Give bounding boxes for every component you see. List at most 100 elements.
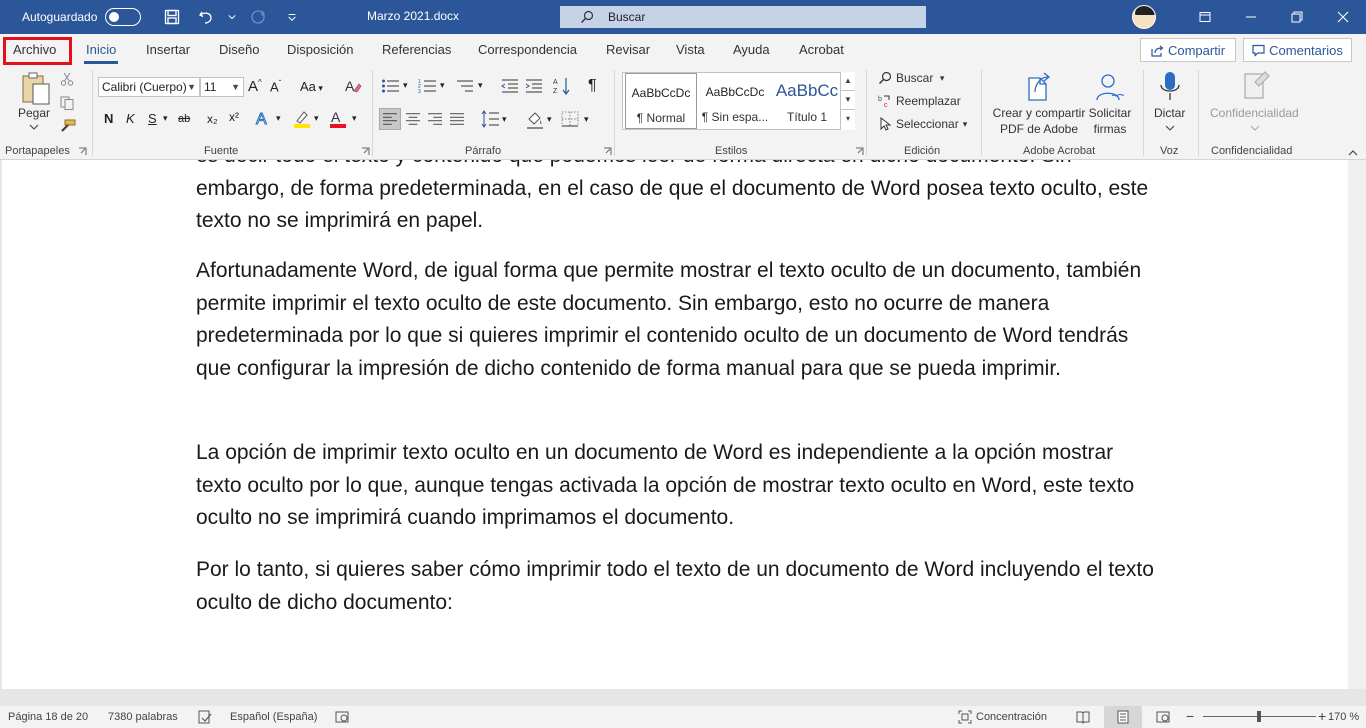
tab-vista[interactable]: Vista: [676, 42, 705, 57]
italic-button[interactable]: K: [126, 111, 135, 126]
clear-formatting-icon[interactable]: A: [344, 77, 362, 95]
font-color-dropdown-icon[interactable]: ▾: [352, 113, 357, 124]
vertical-scrollbar[interactable]: [1348, 160, 1366, 689]
web-layout-icon[interactable]: [1156, 710, 1170, 724]
text-effects-icon[interactable]: A: [255, 109, 275, 128]
line-spacing-icon[interactable]: [480, 110, 500, 128]
close-icon[interactable]: [1320, 0, 1366, 34]
undo-dropdown-icon[interactable]: [227, 4, 237, 30]
bullets-icon[interactable]: [381, 78, 401, 94]
strikethrough-button[interactable]: ab: [178, 113, 190, 125]
tab-insertar[interactable]: Insertar: [146, 42, 190, 57]
align-left-button[interactable]: [379, 108, 401, 130]
superscript-button[interactable]: x²: [229, 110, 239, 124]
share-button[interactable]: Compartir: [1140, 38, 1236, 62]
borders-icon[interactable]: [561, 111, 579, 127]
save-icon[interactable]: [159, 4, 185, 30]
borders-dropdown-icon[interactable]: ▾: [584, 114, 589, 125]
collapse-ribbon-icon[interactable]: [1348, 148, 1358, 158]
multilevel-list-icon[interactable]: [455, 78, 475, 94]
highlight-dropdown-icon[interactable]: ▾: [314, 113, 319, 124]
align-center-icon[interactable]: [404, 112, 422, 126]
autosave-toggle[interactable]: [105, 8, 142, 26]
styles-down-icon[interactable]: ▼: [841, 91, 855, 110]
show-formatting-marks-icon[interactable]: ¶: [588, 77, 597, 95]
font-name-combo[interactable]: Calibri (Cuerpo) ▼: [98, 77, 200, 97]
read-mode-icon[interactable]: [1076, 710, 1090, 724]
style-normal[interactable]: AaBbCcDc ¶ Normal: [625, 73, 697, 129]
style-no-spacing[interactable]: AaBbCcDc ¶ Sin espa...: [699, 73, 771, 129]
align-right-icon[interactable]: [426, 112, 444, 126]
tab-inicio[interactable]: Inicio: [83, 42, 119, 64]
replace-button[interactable]: bc Reemplazar: [878, 94, 961, 108]
text-effects-dropdown-icon[interactable]: ▾: [276, 113, 281, 124]
zoom-in-button[interactable]: +: [1318, 708, 1326, 724]
styles-more-icon[interactable]: ▾: [841, 110, 855, 129]
redo-icon[interactable]: [245, 4, 271, 30]
focus-icon[interactable]: [958, 710, 972, 724]
font-color-icon[interactable]: A: [328, 109, 348, 129]
paragraph[interactable]: es decir todo el texto y contenido que p…: [196, 160, 1161, 238]
numbering-icon[interactable]: 123: [418, 78, 438, 94]
paragraph[interactable]: Por lo tanto, si quieres saber cómo impr…: [196, 554, 1161, 619]
avatar[interactable]: [1132, 5, 1156, 29]
shading-dropdown-icon[interactable]: ▾: [547, 114, 552, 125]
select-button[interactable]: Seleccionar ▾: [878, 117, 967, 131]
font-size-combo[interactable]: 11 ▼: [200, 77, 244, 97]
document-page[interactable]: es decir todo el texto y contenido que p…: [2, 160, 1348, 689]
highlight-icon[interactable]: [292, 109, 312, 129]
font-launcher-icon[interactable]: [361, 147, 370, 156]
shading-icon[interactable]: [525, 110, 545, 130]
create-share-pdf-label[interactable]: Crear y compartir PDF de Adobe: [990, 105, 1088, 137]
dictate-dropdown-icon[interactable]: [1165, 125, 1175, 131]
paste-icon[interactable]: [20, 72, 52, 106]
request-signatures-icon[interactable]: [1095, 72, 1125, 102]
tab-correspondencia[interactable]: Correspondencia: [478, 42, 577, 57]
copy-icon[interactable]: [60, 96, 74, 110]
styles-launcher-icon[interactable]: [855, 147, 864, 156]
line-spacing-dropdown-icon[interactable]: ▾: [502, 114, 507, 125]
numbering-dropdown-icon[interactable]: ▾: [440, 80, 445, 91]
underline-button[interactable]: S: [148, 111, 157, 126]
format-painter-icon[interactable]: [58, 119, 76, 133]
tab-disposicion[interactable]: Disposición: [287, 42, 353, 57]
clipboard-launcher-icon[interactable]: [78, 147, 87, 156]
paragraph[interactable]: La opción de imprimir texto oculto en un…: [196, 437, 1161, 535]
shrink-font-icon[interactable]: Aˇ: [270, 79, 281, 94]
comments-button[interactable]: Comentarios: [1243, 38, 1352, 62]
subscript-button[interactable]: x₂: [207, 112, 218, 126]
paragraph-launcher-icon[interactable]: [603, 147, 612, 156]
ribbon-display-options-icon[interactable]: [1182, 0, 1228, 34]
language[interactable]: Español (España): [230, 711, 317, 723]
paragraph[interactable]: Afortunadamente Word, de igual forma que…: [196, 255, 1161, 385]
request-signatures-label[interactable]: Solicitar firmas: [1084, 105, 1136, 137]
zoom-slider-thumb[interactable]: [1257, 711, 1261, 722]
multilevel-dropdown-icon[interactable]: ▾: [478, 80, 483, 91]
change-case-button[interactable]: Aa ▾: [300, 79, 323, 94]
zoom-level[interactable]: 170 %: [1328, 711, 1359, 723]
find-button[interactable]: Buscar ▾: [878, 71, 944, 85]
accessibility-icon[interactable]: [335, 710, 349, 724]
underline-dropdown-icon[interactable]: ▾: [163, 113, 168, 124]
print-layout-icon[interactable]: [1116, 710, 1130, 724]
decrease-indent-icon[interactable]: [500, 78, 520, 94]
microphone-icon[interactable]: [1159, 71, 1181, 103]
style-heading-1[interactable]: AaBbCc Título 1: [771, 73, 843, 129]
sort-icon[interactable]: AZ: [552, 76, 572, 96]
tab-diseno[interactable]: Diseño: [219, 42, 259, 57]
grow-font-icon[interactable]: A^: [248, 78, 262, 95]
tab-referencias[interactable]: Referencias: [382, 42, 451, 57]
paste-dropdown-icon[interactable]: [29, 124, 39, 130]
focus-label[interactable]: Concentración: [976, 711, 1047, 723]
tab-acrobat[interactable]: Acrobat: [799, 42, 844, 57]
search-box[interactable]: Buscar: [560, 6, 926, 28]
paste-label[interactable]: Pegar: [18, 105, 50, 121]
tab-ayuda[interactable]: Ayuda: [733, 42, 770, 57]
bullets-dropdown-icon[interactable]: ▾: [403, 80, 408, 91]
styles-up-icon[interactable]: ▲: [841, 72, 855, 91]
dictate-label[interactable]: Dictar: [1154, 105, 1185, 121]
undo-icon[interactable]: [193, 4, 219, 30]
word-count[interactable]: 7380 palabras: [108, 711, 178, 723]
tab-revisar[interactable]: Revisar: [606, 42, 650, 57]
increase-indent-icon[interactable]: [524, 78, 544, 94]
